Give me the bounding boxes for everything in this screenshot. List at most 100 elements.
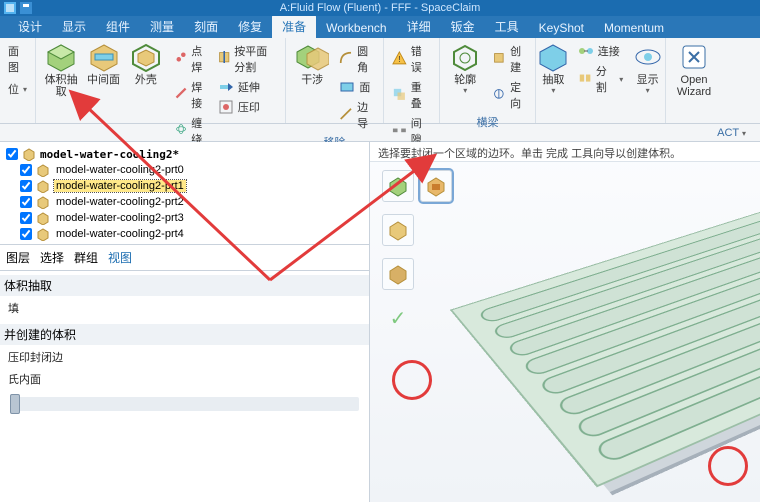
btn-create-label: 创建: [510, 43, 529, 75]
btn-outline[interactable]: 轮廓 ▾: [444, 42, 486, 112]
btn-extend-label: 延伸: [238, 79, 260, 95]
toolbtn-finish[interactable]: ✓: [382, 302, 414, 334]
paneltab-groups[interactable]: 群组: [74, 249, 98, 266]
prop-row-fill: 填: [6, 296, 363, 318]
btn-open-wizard[interactable]: Open Wizard: [670, 42, 718, 98]
act-label: ACT: [717, 127, 739, 139]
tab-detail[interactable]: 详细: [397, 15, 441, 38]
prop-row-seal: 压印封闭边: [6, 345, 363, 367]
btn-midsurface[interactable]: 中间面: [84, 42, 122, 148]
group-beam-title: 横梁: [477, 114, 499, 130]
btn-show[interactable]: 显示▾: [629, 42, 666, 96]
btn-shell[interactable]: 外壳: [127, 42, 165, 148]
toolbtn-volume-sel[interactable]: [420, 170, 452, 202]
viewport-hint: 选择要封闭一个区域的边环。单击 完成 工具向导以创建体积。: [370, 142, 760, 162]
btn-orient[interactable]: 定向: [490, 78, 531, 112]
group-share: 抽取▾ 连接 分割▾ 显示▾: [536, 38, 666, 123]
tab-repair[interactable]: 修复: [228, 15, 272, 38]
btn-interference[interactable]: 干涉: [291, 42, 333, 132]
btn-imprint[interactable]: 压印: [216, 98, 279, 116]
tree-item-1[interactable]: model-water-cooling2-prt1: [6, 178, 363, 194]
tree-item-1-checkbox[interactable]: [20, 180, 32, 192]
orient-icon: [492, 87, 506, 103]
btn-show-label: 显示: [637, 74, 659, 86]
btn-overlap[interactable]: 重叠: [390, 78, 433, 112]
btn-interference-label: 干涉: [301, 74, 323, 86]
save-icon[interactable]: [20, 2, 32, 14]
tree-item-4[interactable]: model-water-cooling2-prt4: [6, 226, 363, 242]
toolbtn-volume[interactable]: [382, 170, 414, 202]
btn-edgeguide[interactable]: 边导: [337, 98, 378, 132]
viewport[interactable]: 选择要封闭一个区域的边环。单击 完成 工具向导以创建体积。 ✓ X Y Z: [370, 142, 760, 502]
btn-spotweld[interactable]: 点焊: [173, 42, 210, 76]
tree-item-4-checkbox[interactable]: [20, 228, 32, 240]
btn-weld[interactable]: 焊接: [173, 78, 210, 112]
tab-tools[interactable]: 工具: [485, 15, 529, 38]
btn-split-label: 分割: [596, 63, 615, 95]
left-panel: model-water-cooling2* model-water-coolin…: [0, 142, 370, 502]
tree-item-2[interactable]: model-water-cooling2-prt2: [6, 194, 363, 210]
create-icon: [492, 51, 506, 67]
btn-face-label: 面: [359, 79, 370, 95]
annotation-circle-outlet: [708, 446, 748, 486]
btn-connect[interactable]: 连接: [576, 42, 626, 60]
tab-momentum[interactable]: Momentum: [594, 18, 674, 38]
tab-design[interactable]: 设计: [8, 15, 52, 38]
opacity-slider[interactable]: [10, 397, 359, 411]
paneltab-select[interactable]: 选择: [40, 249, 64, 266]
volume-extract-icon: [44, 42, 78, 72]
btn-split[interactable]: 分割▾: [576, 62, 626, 96]
tab-workbench[interactable]: Workbench: [316, 18, 396, 38]
btn-locate-label: 位: [8, 81, 19, 97]
tree-item-1-label: model-water-cooling2-prt1: [54, 180, 186, 192]
toolbtn-body[interactable]: [382, 258, 414, 290]
btn-weld-label: 焊接: [191, 79, 208, 111]
tree-item-3-checkbox[interactable]: [20, 212, 32, 224]
midsurface-icon: [87, 42, 121, 72]
tree-item-2-checkbox[interactable]: [20, 196, 32, 208]
tree-item-0[interactable]: model-water-cooling2-prt0: [6, 162, 363, 178]
btn-volume-extract-label: 体积抽取: [42, 74, 80, 98]
ribbon: 面图 位▾ 体积抽取 中间面: [0, 38, 760, 124]
btn-midsurface-label: 中间面: [87, 74, 120, 86]
group-detect: !错误 重叠 间隙 检测: [384, 38, 440, 123]
btn-create[interactable]: 创建: [490, 42, 531, 76]
toolbtn-face[interactable]: [382, 214, 414, 246]
btn-extract-label: 抽取: [542, 74, 564, 86]
btn-extract[interactable]: 抽取▾: [535, 42, 572, 96]
tab-keyshot[interactable]: KeyShot: [529, 18, 594, 38]
tree-item-0-label: model-water-cooling2-prt0: [54, 164, 186, 176]
part-icon: [36, 211, 50, 225]
cooling-plate: [450, 205, 760, 487]
tab-sheetmetal[interactable]: 钣金: [441, 15, 485, 38]
btn-volume-extract[interactable]: 体积抽取: [42, 42, 80, 148]
btn-extend[interactable]: 延伸: [216, 78, 279, 96]
slider-thumb[interactable]: [10, 394, 20, 414]
btn-locate[interactable]: 位▾: [6, 80, 29, 98]
btn-splitbyplane[interactable]: 按平面分割: [216, 42, 279, 76]
extract-icon: [536, 42, 570, 72]
tab-assembly[interactable]: 组件: [96, 15, 140, 38]
spotweld-icon: [175, 51, 187, 67]
btn-splitbyplane-label: 按平面分割: [234, 43, 277, 75]
tree-item-3[interactable]: model-water-cooling2-prt3: [6, 210, 363, 226]
tool-stack: ✓: [382, 170, 452, 334]
btn-frame[interactable]: 面图: [6, 42, 29, 76]
btn-face[interactable]: 面: [337, 78, 378, 96]
tab-prepare[interactable]: 准备: [272, 15, 316, 38]
btn-error[interactable]: !错误: [390, 42, 433, 76]
btn-round[interactable]: 圆角: [337, 42, 378, 76]
tab-facet[interactable]: 刻面: [184, 15, 228, 38]
tree-root[interactable]: model-water-cooling2*: [6, 146, 363, 162]
prop-row-innerface: 氏内面: [6, 367, 363, 389]
paneltab-views[interactable]: 视图: [108, 249, 132, 266]
tree-item-0-checkbox[interactable]: [20, 164, 32, 176]
app-icon: [4, 2, 16, 14]
titlebar: A:Fluid Flow (Fluent) - FFF - SpaceClaim: [0, 0, 760, 16]
tab-measure[interactable]: 测量: [140, 15, 184, 38]
part-icon: [36, 179, 50, 193]
tree-root-checkbox[interactable]: [6, 148, 18, 160]
error-icon: !: [392, 51, 407, 67]
paneltab-layers[interactable]: 图层: [6, 249, 30, 266]
tab-display[interactable]: 显示: [52, 15, 96, 38]
